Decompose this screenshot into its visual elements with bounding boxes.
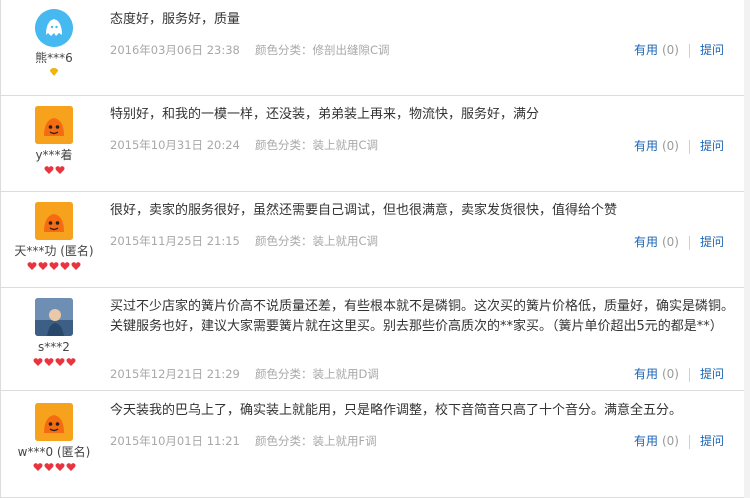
divider: [688, 43, 690, 58]
review-meta: 2016年03月06日 23:38 颜色分类：修剖出缝隙C调: [110, 42, 390, 58]
ask-button[interactable]: 提问: [700, 43, 724, 57]
heart-icon: [55, 166, 64, 174]
review-item: 天***功 (匿名) 很好，卖家的服务很好，虽然还需要自己调试，但也很满意，卖家…: [1, 192, 750, 288]
user-name[interactable]: 天***功 (匿名): [1, 244, 107, 258]
badge-row: [1, 261, 107, 271]
useful-button[interactable]: 有用: [634, 434, 658, 448]
heart-icon: [55, 463, 64, 471]
heart-icon: [33, 463, 42, 471]
photo-avatar-icon: [35, 298, 73, 336]
avatar[interactable]: [35, 9, 73, 47]
useful-count: (0): [661, 139, 679, 153]
avatar[interactable]: [35, 202, 73, 240]
color-class: 颜色分类：修剖出缝隙C调: [255, 43, 390, 57]
heart-icon: [66, 358, 75, 366]
ask-button[interactable]: 提问: [700, 139, 724, 153]
useful-count: (0): [661, 235, 679, 249]
user-name[interactable]: y***着: [1, 148, 107, 162]
heart-icon: [44, 166, 53, 174]
review-item: y***着 特别好，和我的一模一样，还没装，弟弟装上再来，物流快，服务好，满分 …: [1, 96, 750, 192]
divider: [688, 139, 690, 154]
review-actions: 有用 (0) 提问: [634, 41, 724, 58]
review-actions: 有用 (0) 提问: [634, 233, 724, 250]
review-item: 熊***6 态度好，服务好，质量 2016年03月06日 23:38 颜色分类：修…: [1, 0, 750, 96]
heart-icon: [60, 262, 70, 270]
divider: [688, 434, 690, 449]
review-text: 特别好，和我的一模一样，还没装，弟弟装上再来，物流快，服务好，满分: [110, 107, 540, 122]
avatar[interactable]: [35, 106, 73, 144]
heart-icon: [38, 262, 48, 270]
color-class: 颜色分类：装上就用D调: [255, 367, 379, 381]
review-list: 熊***6 态度好，服务好，质量 2016年03月06日 23:38 颜色分类：修…: [0, 0, 750, 498]
ask-button[interactable]: 提问: [700, 434, 724, 448]
reviewer: w***0 (匿名): [1, 403, 107, 472]
review-date: 2015年11月25日 21:15: [110, 234, 240, 248]
user-name[interactable]: w***0 (匿名): [1, 445, 107, 459]
ask-button[interactable]: 提问: [700, 367, 724, 381]
ask-button[interactable]: 提问: [700, 235, 724, 249]
badge-row: [1, 462, 107, 472]
reviewer: s***2: [1, 298, 107, 367]
badge-row: [1, 68, 107, 78]
review-text: 很好，卖家的服务很好，虽然还需要自己调试，但也很满意，卖家发货很快，值得给个赞: [110, 203, 618, 218]
review-date: 2015年12月21日 21:29: [110, 367, 240, 381]
review-meta: 2015年11月25日 21:15 颜色分类：装上就用C调: [110, 233, 378, 249]
review-item: w***0 (匿名) 今天装我的巴乌上了，确实装上就能用，只是略作调整，校下音简…: [1, 391, 750, 498]
badge-row: [1, 165, 107, 175]
heart-icon: [49, 262, 59, 270]
useful-count: (0): [661, 434, 679, 448]
useful-button[interactable]: 有用: [634, 367, 658, 381]
heart-icon: [27, 262, 37, 270]
review-date: 2015年10月01日 11:21: [110, 434, 240, 448]
review-meta: 2015年10月01日 11:21 颜色分类：装上就用F调: [110, 433, 377, 449]
review-text: 今天装我的巴乌上了，确实装上就能用，只是略作调整，校下音简音只高了十个音分。满意…: [110, 403, 683, 418]
orange-mascot-icon: [35, 106, 73, 144]
review-actions: 有用 (0) 提问: [634, 137, 724, 154]
orange-mascot-icon: [35, 202, 73, 240]
heart-icon: [71, 262, 81, 270]
diamond-icon: [49, 68, 59, 76]
user-name[interactable]: 熊***6: [1, 51, 107, 65]
badge-row: [1, 357, 107, 367]
review-actions: 有用 (0) 提问: [634, 365, 724, 382]
reviewer: 熊***6: [1, 9, 107, 78]
user-name[interactable]: s***2: [1, 340, 107, 354]
divider: [688, 235, 690, 250]
orange-mascot-icon: [35, 403, 73, 441]
avatar[interactable]: [35, 403, 73, 441]
divider: [688, 367, 690, 382]
useful-button[interactable]: 有用: [634, 43, 658, 57]
review-actions: 有用 (0) 提问: [634, 432, 724, 449]
useful-button[interactable]: 有用: [634, 235, 658, 249]
color-class: 颜色分类：装上就用C调: [255, 138, 379, 152]
blue-ghost-icon: [35, 9, 73, 47]
avatar[interactable]: [35, 298, 73, 336]
useful-button[interactable]: 有用: [634, 139, 658, 153]
color-class: 颜色分类：装上就用C调: [255, 234, 379, 248]
heart-icon: [55, 358, 64, 366]
useful-count: (0): [661, 43, 679, 57]
heart-icon: [44, 358, 53, 366]
review-meta: 2015年12月21日 21:29 颜色分类：装上就用D调: [110, 366, 379, 382]
heart-icon: [33, 358, 42, 366]
review-text: 态度好，服务好，质量: [110, 12, 241, 27]
review-date: 2015年10月31日 20:24: [110, 138, 240, 152]
useful-count: (0): [661, 367, 679, 381]
review-date: 2016年03月06日 23:38: [110, 43, 240, 57]
review-text: 买过不少店家的簧片价高不说质量还差，有些根本就不是磷铜。这次买的簧片价格低，质量…: [110, 299, 735, 334]
color-class: 颜色分类：装上就用F调: [255, 434, 377, 448]
review-item: s***2 买过不少店家的簧片价高不说质量还差，有些根本就不是磷铜。这次买的簧片…: [1, 288, 750, 391]
reviewer: y***着: [1, 106, 107, 175]
heart-icon: [44, 463, 53, 471]
reviewer: 天***功 (匿名): [1, 202, 107, 271]
heart-icon: [66, 463, 75, 471]
review-meta: 2015年10月31日 20:24 颜色分类：装上就用C调: [110, 137, 378, 153]
scrollbar[interactable]: [744, 0, 750, 498]
